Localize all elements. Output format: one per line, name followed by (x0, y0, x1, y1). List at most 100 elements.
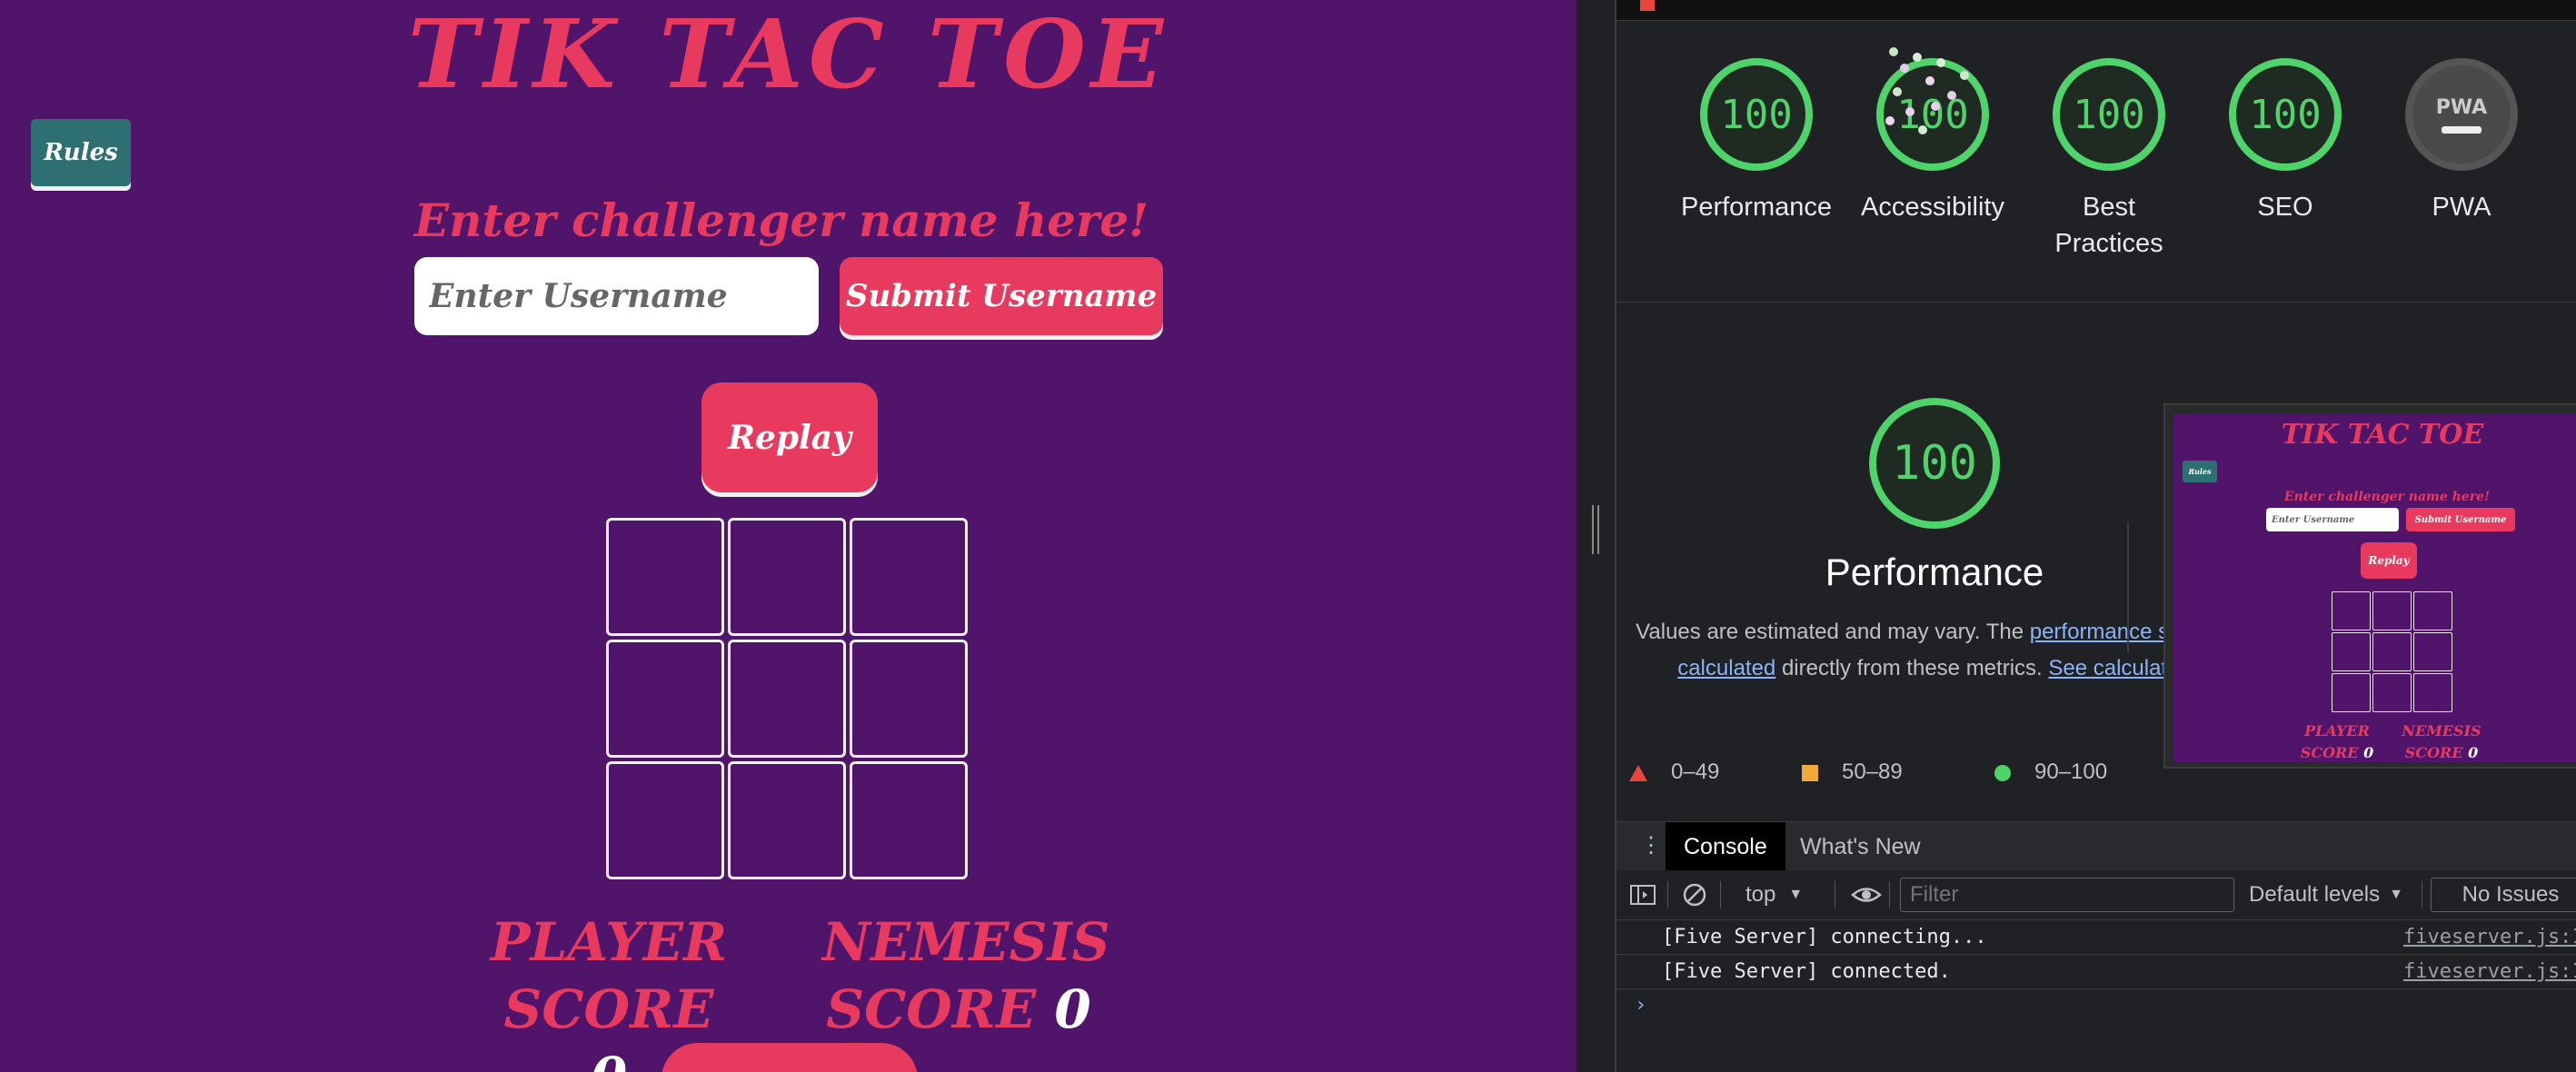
rules-button[interactable]: Rules (31, 119, 131, 186)
devtools-panel: 100 Performance 100 Accessibility 100 Be… (1615, 0, 2576, 1072)
thumb-cell (2413, 673, 2452, 712)
board-cell[interactable] (850, 761, 968, 879)
nemesis-score-value: 0 (1054, 978, 1091, 1040)
panel-splitter[interactable] (1576, 0, 1615, 1072)
log-levels-value: Default levels (2249, 882, 2381, 907)
log-source-link[interactable]: fiveserver.js:1 (2403, 955, 2576, 988)
thumb-input: Enter Username (2266, 508, 2399, 531)
pwa-badge-text: PWA (2435, 95, 2488, 119)
log-source-link[interactable]: fiveserver.js:1 (2403, 920, 2576, 954)
legend-average: 50–89 (1802, 759, 1903, 785)
square-icon (1802, 764, 1818, 781)
game-title: TIK TAC TOE (407, 0, 1169, 110)
thumb-nemesis-score-value: 0 (2468, 744, 2479, 761)
thumbnail-page: TIK TAC TOE Rules Enter challenger name … (2173, 413, 2576, 762)
pwa-dash-icon (2442, 125, 2482, 134)
gauge-label: Accessibility (1861, 193, 2004, 222)
context-selector[interactable]: top ▼ (1746, 870, 1803, 919)
gauge-best-practices[interactable]: 100 Best Practices (2027, 58, 2191, 262)
performance-title: Performance (1825, 551, 2044, 593)
triangle-icon (1629, 764, 1647, 781)
drawer-tab-bar: ⋮ Console What's New (1616, 821, 2576, 872)
board-cell[interactable] (728, 640, 846, 758)
menu-kebab-icon[interactable]: ⋮ (1640, 835, 1662, 857)
thumb-player-label: PLAYER (2304, 722, 2370, 739)
nemesis-label: NEMESIS (822, 911, 1110, 973)
legend-fail: 0–49 (1629, 759, 1719, 785)
desc-middle: directly from these metrics. (1781, 656, 2043, 680)
gauge-label: PWA (2432, 193, 2491, 222)
sidebar-toggle-icon[interactable] (1629, 870, 1656, 919)
gauge-performance[interactable]: 100 Performance (1675, 58, 1838, 225)
replay-button[interactable]: Replay (701, 382, 878, 492)
thumb-title: TIK TAC TOE (2281, 419, 2484, 451)
eye-icon[interactable] (1851, 870, 1882, 919)
page-screenshot-thumbnail[interactable]: TIK TAC TOE Rules Enter challenger name … (2163, 403, 2576, 769)
thumb-rules: Rules (2183, 461, 2217, 482)
clear-console-icon[interactable] (1682, 870, 1707, 919)
board-cell[interactable] (850, 640, 968, 758)
score-label: SCORE (826, 978, 1037, 1040)
gauge-pwa[interactable]: PWA PWA (2380, 58, 2543, 225)
legend-pass: 90–100 (1994, 759, 2107, 785)
thumb-cell (2413, 591, 2452, 630)
gauge-ring: 100 (2053, 58, 2165, 171)
thumb-board (2332, 591, 2452, 712)
bottom-button[interactable] (661, 1043, 918, 1072)
splitter-grip-icon[interactable] (1592, 505, 1599, 554)
board-cell[interactable] (606, 640, 724, 758)
thumb-cell (2372, 673, 2412, 712)
challenger-label: Enter challenger name here! (414, 194, 1149, 247)
legend-range: 50–89 (1842, 759, 1903, 784)
gauge-ring: 100 (1700, 58, 1813, 171)
thumb-replay: Replay (2361, 542, 2417, 579)
thumb-cell (2372, 591, 2412, 630)
thumb-cell (2332, 632, 2371, 671)
gauge-label: Best Practices (2054, 193, 2163, 258)
performance-gauge: 100 (1798, 398, 2071, 529)
toolbar-separator (1889, 881, 1890, 908)
gauge-label: Performance (1680, 193, 1832, 222)
legend-range: 90–100 (2034, 759, 2108, 784)
log-levels-dropdown[interactable]: Default levels ▼ (2249, 870, 2403, 919)
filter-input[interactable] (1900, 878, 2234, 912)
circle-icon (1994, 764, 2011, 781)
issues-button[interactable]: No Issues (2431, 878, 2576, 912)
player-score-value: 0 (591, 1046, 627, 1072)
player-label: PLAYER (490, 911, 728, 973)
board-cell[interactable] (728, 518, 846, 636)
board-cell[interactable] (850, 518, 968, 636)
toolbar-separator (1667, 881, 1668, 908)
thumb-score-label: SCORE (2404, 744, 2463, 761)
console-toolbar: top ▼ Default levels ▼ No Issues (1616, 870, 2576, 920)
thumb-nemesis-label: NEMESIS (2402, 722, 2482, 739)
lighthouse-icon (1640, 0, 1655, 11)
console-log-row: [Five Server] connecting... fiveserver.j… (1616, 920, 2576, 955)
devtools-top-bar (1616, 0, 2576, 21)
thumb-submit: Submit Username (2406, 508, 2515, 531)
username-input[interactable] (414, 257, 819, 335)
toolbar-separator (1720, 881, 1721, 908)
submit-username-button[interactable]: Submit Username (840, 257, 1163, 335)
board-cell[interactable] (606, 761, 724, 879)
score-label: SCORE (503, 978, 714, 1040)
gauge-ring: 100 (2229, 58, 2342, 171)
console-log-row: [Five Server] connected. fiveserver.js:1 (1616, 955, 2576, 989)
board-cell[interactable] (606, 518, 724, 636)
thumb-cell (2332, 591, 2371, 630)
context-value: top (1746, 882, 1776, 907)
console-prompt[interactable]: › (1635, 994, 1646, 1017)
thumb-label: Enter challenger name here! (2283, 490, 2491, 504)
gauge-ring: 100 (1876, 58, 1989, 171)
thumb-player-score-value: 0 (2363, 744, 2374, 761)
gauge-label: SEO (2257, 193, 2313, 222)
log-message: [Five Server] connected. (1662, 960, 1951, 983)
tab-whats-new[interactable]: What's New (1782, 822, 1939, 871)
dropdown-caret-icon: ▼ (1788, 887, 1804, 902)
gauge-seo[interactable]: 100 SEO (2203, 58, 2367, 225)
tab-console[interactable]: Console (1666, 822, 1785, 871)
board-cell[interactable] (728, 761, 846, 879)
legend-range: 0–49 (1671, 759, 1720, 784)
thumb-score-label: SCORE (2300, 744, 2359, 761)
desc-prefix: Values are estimated and may vary. The (1636, 620, 2024, 644)
